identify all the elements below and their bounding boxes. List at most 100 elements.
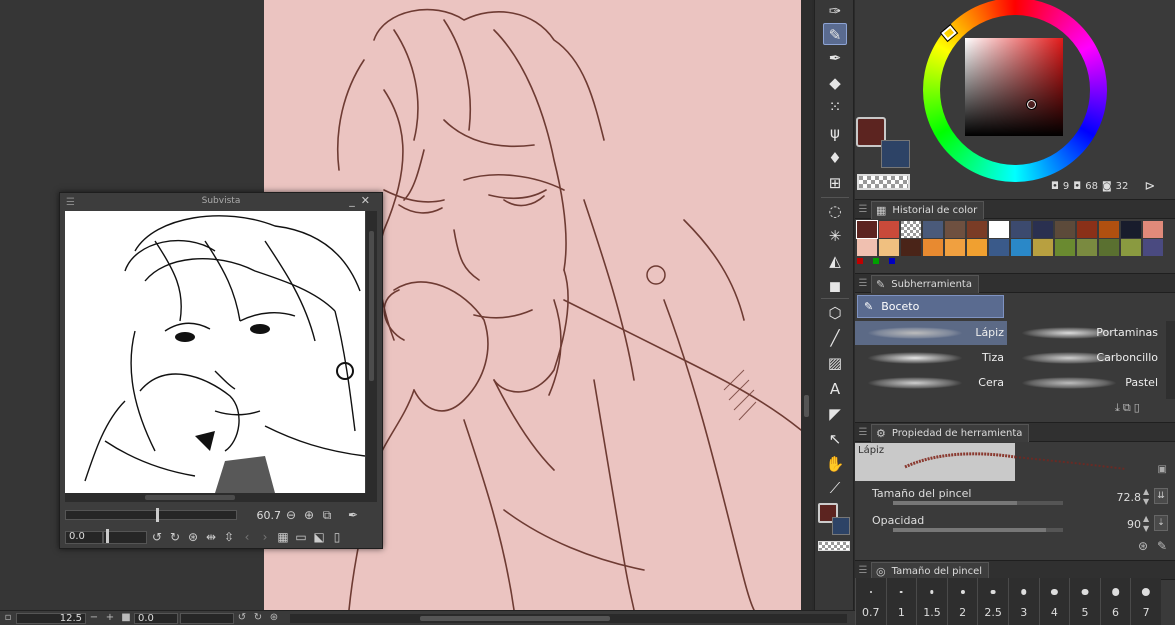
object-3d-icon[interactable]: ⬡ xyxy=(823,302,847,324)
lasso-select-icon[interactable]: ◌ xyxy=(823,200,847,222)
color-history-swatch[interactable] xyxy=(945,221,965,238)
zoom-in-icon[interactable]: + xyxy=(104,612,116,624)
tab-color-history[interactable]: ▦ Historial de color xyxy=(871,201,985,219)
color-history-swatch[interactable] xyxy=(1033,221,1053,238)
close-icon[interactable]: ✕ xyxy=(361,194,376,207)
zoom-in-icon[interactable]: ⊕ xyxy=(301,507,317,523)
brush-size-preset[interactable]: 7 xyxy=(1130,578,1161,625)
opacity-dropdown-button[interactable]: ⇣ xyxy=(1154,515,1168,531)
subview-titlebar[interactable]: ☰ Subvista _✕ xyxy=(60,193,382,209)
brush-size-preset[interactable]: 1 xyxy=(885,578,917,625)
subtool-brush-item[interactable]: Lápiz xyxy=(855,321,1007,345)
color-history-swatch[interactable] xyxy=(923,221,943,238)
transparent-color-swatch[interactable] xyxy=(857,174,910,190)
hsv-mode-icon[interactable]: ◘ xyxy=(1051,181,1059,192)
color-history-swatch[interactable] xyxy=(879,221,899,238)
tab-tool-property[interactable]: ⚙ Propiedad de herramienta xyxy=(871,424,1030,442)
line-icon[interactable]: ╱ xyxy=(823,327,847,349)
subview-rotation-field[interactable]: 0.0 xyxy=(65,530,103,544)
pen-nib-icon[interactable]: ✑ xyxy=(823,0,847,22)
toggle-mode-icon[interactable]: ⊳ xyxy=(1144,179,1155,194)
brush-size-stepper[interactable]: ▲ ▼ xyxy=(1143,487,1153,507)
flip-vertical-icon[interactable]: ⇳ xyxy=(221,529,237,545)
color-history-swatch[interactable] xyxy=(857,239,877,256)
subtool-brush-item[interactable]: Carboncillo xyxy=(1009,346,1161,370)
gradient-icon[interactable]: ◼ xyxy=(823,275,847,297)
subview-window[interactable]: ☰ Subvista _✕ 60.7 ⊖ ⊕ ⧉ ✒ 0.0 ↺ ↻ ⊛ ⇹ ⇳… xyxy=(59,192,383,549)
duplicate-subtool-icon[interactable]: ⧉ xyxy=(1123,401,1131,415)
color-history-swatch[interactable] xyxy=(989,239,1009,256)
wrench-icon[interactable]: ✎ xyxy=(1157,539,1167,553)
rotate-left-icon[interactable]: ↺ xyxy=(236,612,248,624)
flip-horizontal-icon[interactable]: ⇹ xyxy=(203,529,219,545)
canvas-rotation-field[interactable]: 0.0 xyxy=(134,612,178,624)
subtool-brush-item[interactable]: Pastel xyxy=(1009,371,1161,395)
opacity-row[interactable]: Opacidad 90 ▲ ▼ ⇣ xyxy=(865,512,1175,536)
trash-icon[interactable]: ▯ xyxy=(329,529,345,545)
paint-bucket-icon[interactable]: ◭ xyxy=(823,250,847,272)
menu-grip-icon[interactable]: ☰ xyxy=(66,195,75,211)
color-history-swatch[interactable] xyxy=(1143,221,1163,238)
sub-color-swatch[interactable] xyxy=(881,140,910,168)
eyedropper-icon[interactable]: ✒ xyxy=(345,507,361,523)
color-history-swatch[interactable] xyxy=(901,239,921,256)
text-icon[interactable]: A xyxy=(823,378,847,400)
color-history-swatch[interactable] xyxy=(967,239,987,256)
color-history-swatch[interactable] xyxy=(945,239,965,256)
subview-zoom-value[interactable]: 60.7 xyxy=(251,509,282,522)
rotate-left-icon[interactable]: ↺ xyxy=(149,529,165,545)
menu-grip-icon[interactable]: ☰ xyxy=(855,278,871,289)
reset-rotation-icon[interactable]: ⊛ xyxy=(268,612,280,624)
brush-size-preset[interactable]: 1.5 xyxy=(916,578,947,625)
marker-icon[interactable]: ✒ xyxy=(823,47,847,69)
delete-subtool-icon[interactable]: ▯ xyxy=(1134,401,1140,415)
tool-sub-color-swatch[interactable] xyxy=(832,517,850,535)
brush-size-preset[interactable]: 4 xyxy=(1038,578,1070,625)
color-history-swatch[interactable] xyxy=(879,239,899,256)
rotate-right-icon[interactable]: ↻ xyxy=(167,529,183,545)
import-subtool-icon[interactable]: ⤓ xyxy=(1115,401,1120,415)
brush-size-preset[interactable]: 2 xyxy=(946,578,978,625)
color-history-swatch[interactable] xyxy=(1099,221,1119,238)
color-history-swatch[interactable] xyxy=(1099,239,1119,256)
brush-size-value[interactable]: 72.8 xyxy=(1101,491,1142,504)
color-history-swatch[interactable] xyxy=(967,221,987,238)
reset-property-icon[interactable]: ⊛ xyxy=(1138,539,1148,553)
canvas-zoom-field[interactable]: 12.5 xyxy=(16,612,86,624)
blend-drop-icon[interactable]: ♦ xyxy=(823,147,847,169)
opacity-value[interactable]: 90 xyxy=(1101,518,1141,531)
tool-transparent-swatch[interactable] xyxy=(818,541,850,551)
color-history-swatch[interactable] xyxy=(1077,239,1097,256)
subview-zoom-slider[interactable] xyxy=(65,508,237,522)
menu-grip-icon[interactable]: ☰ xyxy=(855,427,871,438)
brush-size-bar[interactable] xyxy=(893,501,1063,505)
canvas-vertical-scrollbar[interactable] xyxy=(801,0,812,610)
color-history-swatch[interactable] xyxy=(1055,239,1075,256)
eraser-icon[interactable]: ◆ xyxy=(823,72,847,94)
lock-icon[interactable]: ▣ xyxy=(1158,464,1167,475)
grid-icon[interactable]: ⊞ xyxy=(823,172,847,194)
menu-grip-icon[interactable]: ☰ xyxy=(855,204,871,215)
reset-rotation-icon[interactable]: ⊛ xyxy=(185,529,201,545)
canvas-rotation-slider[interactable] xyxy=(180,612,234,624)
tab-subtool[interactable]: ✎ Subherramienta xyxy=(871,275,979,293)
color-history-swatch[interactable] xyxy=(1011,239,1031,256)
menu-grip-icon[interactable]: ☰ xyxy=(855,565,871,576)
subtool-brush-item[interactable]: Cera xyxy=(855,371,1007,395)
magic-wand-icon[interactable]: ✳ xyxy=(823,225,847,247)
fit-view-icon[interactable]: ⧉ xyxy=(319,507,335,523)
fit-icon[interactable]: ■ xyxy=(120,612,132,624)
subtool-group-button[interactable]: ✎ Boceto xyxy=(857,295,1004,318)
subview-rotation-slider[interactable] xyxy=(103,528,147,544)
opacity-stepper[interactable]: ▲ ▼ xyxy=(1143,514,1153,534)
brush-size-dropdown-button[interactable]: ⇊ xyxy=(1154,488,1168,504)
brush-size-preset[interactable]: 3 xyxy=(1007,578,1039,625)
spray-icon[interactable]: ⁙ xyxy=(823,96,847,118)
subtool-brush-item[interactable]: Portaminas xyxy=(1009,321,1161,345)
color-history-swatch[interactable] xyxy=(1055,221,1075,238)
color-history-swatch[interactable] xyxy=(1033,239,1053,256)
subtool-scrollbar[interactable] xyxy=(1166,321,1175,399)
decoration-brush-icon[interactable]: ψ xyxy=(823,122,847,144)
color-history-swatch[interactable] xyxy=(1121,239,1141,256)
open-folder-icon[interactable]: ▭ xyxy=(293,529,309,545)
